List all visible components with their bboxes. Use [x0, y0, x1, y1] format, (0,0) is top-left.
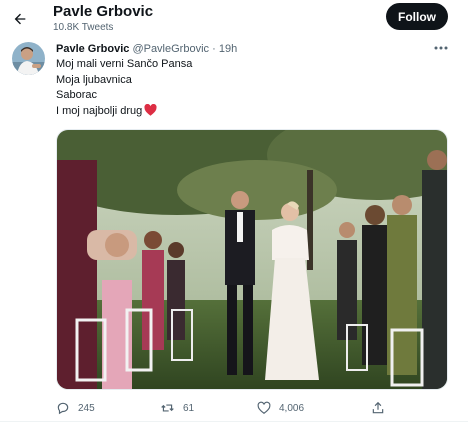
red-heart-icon	[144, 103, 157, 122]
like-count: 4,006	[279, 402, 305, 414]
reply-button[interactable]: 245	[56, 398, 95, 418]
divider	[0, 421, 468, 422]
avatar-image	[12, 42, 45, 75]
more-button[interactable]	[431, 40, 451, 56]
tweet-photo[interactable]	[56, 129, 448, 390]
share-button[interactable]	[371, 398, 385, 418]
tweet-line: Moja ljubavnica	[56, 73, 132, 86]
reply-count: 245	[78, 402, 95, 414]
tweet-time[interactable]: 19h	[219, 43, 237, 55]
author-name[interactable]: Pavle Grbovic	[56, 43, 129, 55]
retweet-icon	[161, 404, 174, 412]
tweet-line-with-emoji: I moj najbolji drug	[56, 103, 192, 122]
wedding-photo	[57, 130, 447, 389]
like-button[interactable]: 4,006	[257, 398, 304, 418]
tweet-actions: 245 61 4,006	[0, 398, 468, 418]
retweet-button[interactable]: 61	[160, 398, 194, 418]
back-button[interactable]	[9, 8, 31, 30]
heart-outline-icon	[257, 401, 271, 414]
profile-header: Pavle Grbovic 10.8K Tweets Follow	[0, 0, 468, 40]
tweet-count: 10.8K Tweets	[53, 22, 114, 33]
profile-name: Pavle Grbovic	[53, 3, 154, 20]
tweet-meta: Pavle Grbovic @PavleGrbovic · 19h	[56, 43, 237, 55]
tweet-line: Saborac	[56, 89, 97, 101]
retweet-count: 61	[183, 402, 195, 414]
tweet-text: Moj mali verni Sančo Pansa Moja ljubavni…	[56, 57, 192, 121]
tweet-line: I moj najbolji drug	[56, 104, 143, 117]
meta-separator: ·	[212, 43, 216, 55]
tweet-line: Moj mali verni Sančo Pansa	[56, 58, 193, 70]
arrow-left-icon	[14, 13, 26, 25]
share-icon	[372, 401, 384, 414]
author-handle[interactable]: @PavleGrbovic	[132, 43, 209, 55]
avatar[interactable]	[12, 42, 45, 75]
reply-icon	[57, 402, 69, 415]
more-horizontal-icon	[434, 46, 448, 50]
follow-button[interactable]: Follow	[386, 3, 448, 30]
